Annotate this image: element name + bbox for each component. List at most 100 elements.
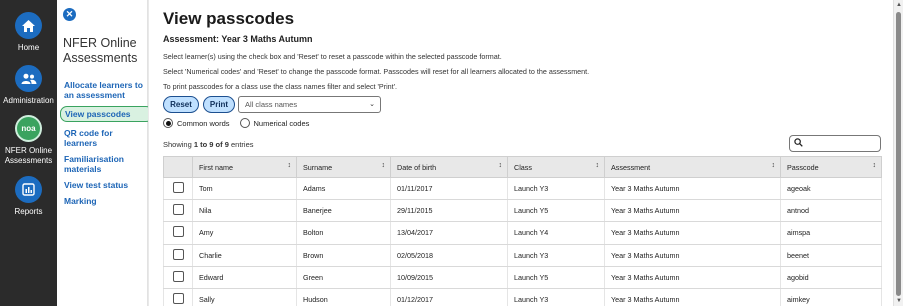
rail-reports[interactable]: Reports [0, 176, 57, 217]
cell-first-name: Amy [192, 221, 297, 245]
passcode-format-radios: Common words Numerical codes [163, 118, 319, 128]
header-first-name-label: First name [199, 162, 233, 172]
sort-icon: ↕ [287, 162, 292, 169]
row-select-cell [163, 221, 193, 245]
row-select-cell [163, 288, 193, 306]
cell-class: Launch Y3 [507, 177, 605, 201]
row-checkbox[interactable] [172, 270, 184, 282]
subnav-item-allocate-learners[interactable]: Allocate learners to an assessment [57, 80, 148, 100]
header-date-of-birth[interactable]: Date of birth ↕ [390, 156, 508, 178]
cell-passcode: beenet [780, 244, 882, 267]
cell-date-of-birth: 01/11/2017 [390, 177, 508, 201]
cell-assessment: Year 3 Maths Autumn [604, 199, 781, 223]
subnav-item-familiarisation[interactable]: Familiarisation materials [57, 154, 148, 174]
cell-surname: Green [296, 266, 391, 289]
vertical-scrollbar[interactable]: ▲ ▼ [893, 0, 903, 306]
cell-first-name: Nila [192, 199, 297, 223]
table-row: Sally Hudson 01/12/2017 Launch Y3 Year 3… [163, 288, 882, 306]
cell-assessment: Year 3 Maths Autumn [604, 266, 781, 289]
row-checkbox[interactable] [172, 248, 184, 260]
numerical-codes-radio[interactable] [239, 118, 250, 128]
header-assessment[interactable]: Assessment ↕ [604, 156, 781, 178]
showing-suffix: entries [230, 140, 254, 149]
header-surname-label: Surname [303, 162, 333, 172]
header-assessment-label: Assessment [611, 162, 651, 172]
subnav-item-view-test-status[interactable]: View test status [57, 180, 148, 190]
sort-icon: ↕ [771, 162, 776, 169]
class-filter-select[interactable]: All class names ⌄ [238, 96, 381, 113]
users-icon [15, 65, 42, 92]
table-row: Nila Banerjee 29/11/2015 Launch Y5 Year … [163, 199, 882, 223]
cell-first-name: Charlie [192, 244, 297, 267]
cell-surname: Adams [296, 177, 391, 201]
cell-surname: Bolton [296, 221, 391, 245]
cell-class: Launch Y4 [507, 221, 605, 245]
row-checkbox[interactable] [172, 226, 184, 238]
row-select-cell [163, 199, 193, 223]
cell-surname: Hudson [296, 288, 391, 306]
print-button[interactable]: Print [203, 96, 235, 113]
cell-surname: Banerjee [296, 199, 391, 223]
table-row: Edward Green 10/09/2015 Launch Y5 Year 3… [163, 266, 882, 289]
sort-icon: ↕ [498, 162, 503, 169]
cell-first-name: Edward [192, 266, 297, 289]
header-class-label: Class [514, 162, 532, 172]
cell-class: Launch Y3 [507, 244, 605, 267]
sort-icon: ↕ [872, 162, 877, 169]
header-class[interactable]: Class ↕ [507, 156, 605, 178]
left-rail: Home Administration noa NFER Online Asse… [0, 0, 57, 306]
close-icon[interactable]: ✕ [63, 8, 76, 21]
showing-range: 1 to 9 of 9 [193, 140, 229, 149]
rail-administration[interactable]: Administration [0, 65, 57, 106]
search-icon [794, 138, 803, 149]
row-select-cell [163, 244, 193, 267]
header-passcode[interactable]: Passcode ↕ [780, 156, 882, 178]
rail-home-label: Home [17, 43, 40, 52]
subnav-title: NFER Online Assessments [63, 36, 138, 65]
table-header-row: First name ↕ Surname ↕ Date of birth ↕ Clas… [163, 156, 882, 178]
cell-passcode: aimspa [780, 221, 882, 245]
rail-administration-label: Administration [3, 96, 54, 105]
subnav-list: Allocate learners to an assessment View … [57, 80, 153, 212]
cell-date-of-birth: 01/12/2017 [390, 288, 508, 306]
table-row: Amy Bolton 13/04/2017 Launch Y4 Year 3 M… [163, 221, 882, 245]
subnav-item-qr-code[interactable]: QR code for learners [57, 128, 148, 148]
scroll-down-icon[interactable]: ▼ [896, 298, 902, 304]
header-dob-label: Date of birth [397, 162, 437, 172]
common-words-radio[interactable] [163, 118, 173, 128]
subnav-item-view-passcodes[interactable]: View passcodes [60, 106, 153, 122]
header-surname[interactable]: Surname ↕ [296, 156, 391, 178]
rail-reports-label: Reports [14, 207, 43, 216]
header-select-column [163, 156, 193, 178]
scroll-up-icon[interactable]: ▲ [896, 2, 902, 8]
table-row: Tom Adams 01/11/2017 Launch Y3 Year 3 Ma… [163, 177, 882, 201]
cell-class: Launch Y5 [507, 266, 605, 289]
row-checkbox[interactable] [172, 293, 184, 305]
reports-icon [15, 176, 42, 203]
instruction-print: To print passcodes for a class use the c… [163, 82, 398, 91]
cell-first-name: Tom [192, 177, 297, 201]
cell-date-of-birth: 29/11/2015 [390, 199, 508, 223]
instruction-numerical: Select 'Numerical codes' and 'Reset' to … [163, 67, 590, 76]
rail-home[interactable]: Home [0, 12, 57, 53]
cell-passcode: ageoak [780, 177, 882, 201]
search-input[interactable] [789, 135, 881, 152]
cell-first-name: Sally [192, 288, 297, 306]
reset-button[interactable]: Reset [163, 96, 199, 113]
app-window: Home Administration noa NFER Online Asse… [0, 0, 903, 306]
row-checkbox[interactable] [172, 204, 184, 216]
sub-navigation: ✕ NFER Online Assessments Allocate learn… [57, 0, 153, 306]
main-content: View passcodes Assessment: Year 3 Maths … [148, 0, 893, 306]
cell-passcode: antnod [780, 199, 882, 223]
row-checkbox[interactable] [172, 182, 184, 194]
header-first-name[interactable]: First name ↕ [192, 156, 297, 178]
rail-nfer-assessments[interactable]: noa NFER Online Assessments [0, 115, 57, 166]
scrollbar-thumb[interactable] [896, 12, 901, 296]
passcodes-table: First name ↕ Surname ↕ Date of birth ↕ Clas… [163, 156, 882, 306]
numerical-codes-label: Numerical codes [253, 118, 310, 128]
cell-assessment: Year 3 Maths Autumn [604, 221, 781, 245]
cell-class: Launch Y5 [507, 199, 605, 223]
class-filter-value: All class names [245, 100, 298, 109]
subnav-item-marking[interactable]: Marking [57, 196, 148, 206]
cell-passcode: agobid [780, 266, 882, 289]
